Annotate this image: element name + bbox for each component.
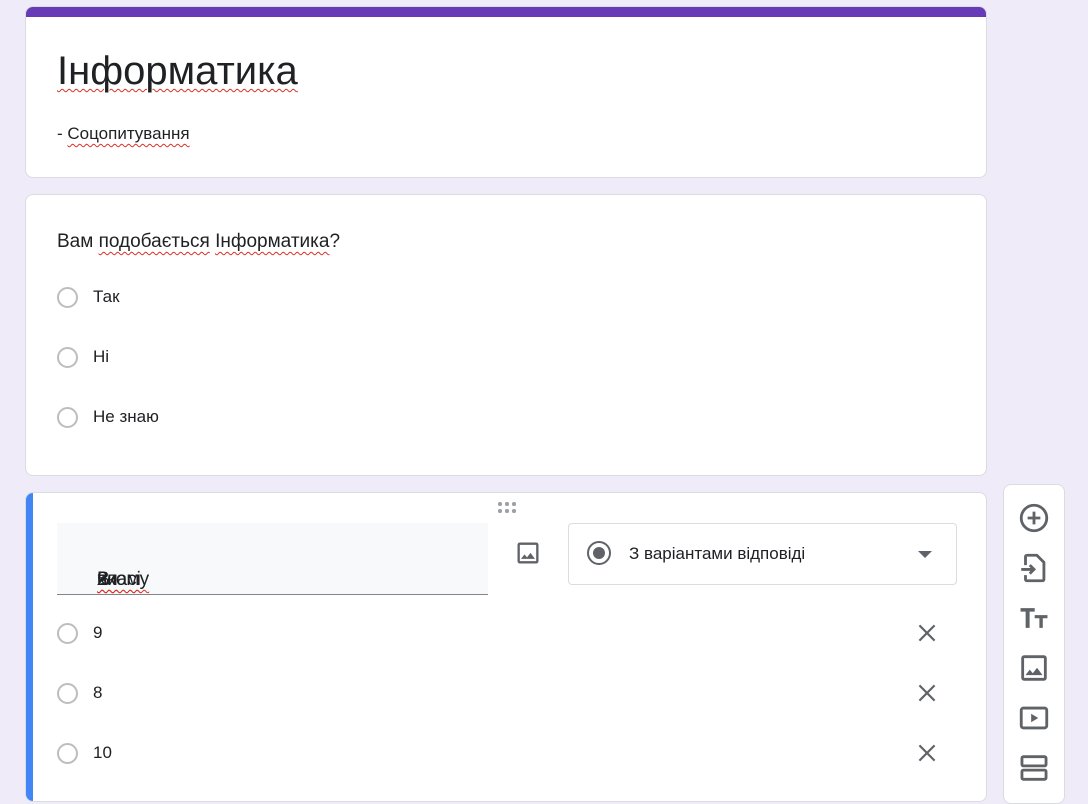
form-title-card: Інформатика - Соцопитування bbox=[25, 6, 987, 178]
option-item[interactable]: Не знаю bbox=[57, 404, 159, 430]
radio-button[interactable] bbox=[57, 406, 78, 428]
drag-handle-icon[interactable] bbox=[498, 502, 518, 516]
import-questions-icon[interactable] bbox=[1017, 551, 1051, 585]
form-description[interactable]: - Соцопитування bbox=[57, 124, 190, 144]
description-text: Соцопитування bbox=[67, 124, 190, 143]
title-word: подобається bbox=[98, 231, 210, 252]
option-item[interactable]: Так bbox=[57, 284, 120, 310]
add-image-icon[interactable] bbox=[1017, 651, 1051, 685]
add-title-icon[interactable] bbox=[1017, 601, 1051, 635]
chevron-down-icon bbox=[918, 551, 932, 558]
question-type-label: З варіантами відповіді bbox=[629, 544, 806, 563]
title-word: ? bbox=[97, 569, 108, 590]
side-toolbar bbox=[1003, 484, 1065, 804]
close-icon[interactable] bbox=[914, 740, 940, 766]
radio-button[interactable] bbox=[57, 286, 78, 308]
option-label: Не знаю bbox=[93, 407, 159, 426]
close-icon[interactable] bbox=[914, 680, 940, 706]
add-image-icon[interactable] bbox=[514, 539, 542, 567]
add-question-icon[interactable] bbox=[1017, 501, 1051, 535]
title-word: Вам bbox=[57, 231, 99, 252]
question-card-1[interactable]: Вам подобається Інформатика? Так Ні Не з… bbox=[25, 194, 987, 476]
question-card-2-active[interactable]: В якому ви класі? З варіантами відповіді… bbox=[25, 492, 987, 802]
radio-type-icon bbox=[587, 541, 611, 565]
option-item[interactable]: 10 bbox=[57, 740, 112, 766]
description-prefix: - bbox=[57, 124, 68, 143]
option-input[interactable]: 8 bbox=[93, 683, 102, 703]
radio-button bbox=[57, 742, 78, 764]
title-word: ? bbox=[329, 231, 341, 252]
question-title: Вам подобається Інформатика? bbox=[57, 231, 340, 253]
accent-bar bbox=[26, 7, 986, 17]
question-type-dropdown[interactable]: З варіантами відповіді bbox=[568, 523, 957, 585]
option-label: Так bbox=[93, 287, 120, 306]
option-item[interactable]: 9 bbox=[57, 620, 102, 646]
option-label: Ні bbox=[93, 347, 110, 366]
active-indicator-bar bbox=[26, 493, 33, 801]
form-title[interactable]: Інформатика bbox=[57, 49, 298, 93]
radio-button bbox=[57, 682, 78, 704]
close-icon[interactable] bbox=[914, 620, 940, 646]
radio-button bbox=[57, 622, 78, 644]
option-input[interactable]: 10 bbox=[93, 743, 112, 763]
add-section-icon[interactable] bbox=[1017, 751, 1051, 785]
option-item[interactable]: 8 bbox=[57, 680, 102, 706]
add-video-icon[interactable] bbox=[1017, 701, 1051, 735]
question-title-input[interactable]: В якому ви класі? bbox=[57, 523, 488, 595]
option-input[interactable]: 9 bbox=[93, 623, 102, 643]
option-item[interactable]: Ні bbox=[57, 344, 109, 370]
radio-button[interactable] bbox=[57, 346, 78, 368]
title-word: Інформатика bbox=[215, 231, 330, 252]
